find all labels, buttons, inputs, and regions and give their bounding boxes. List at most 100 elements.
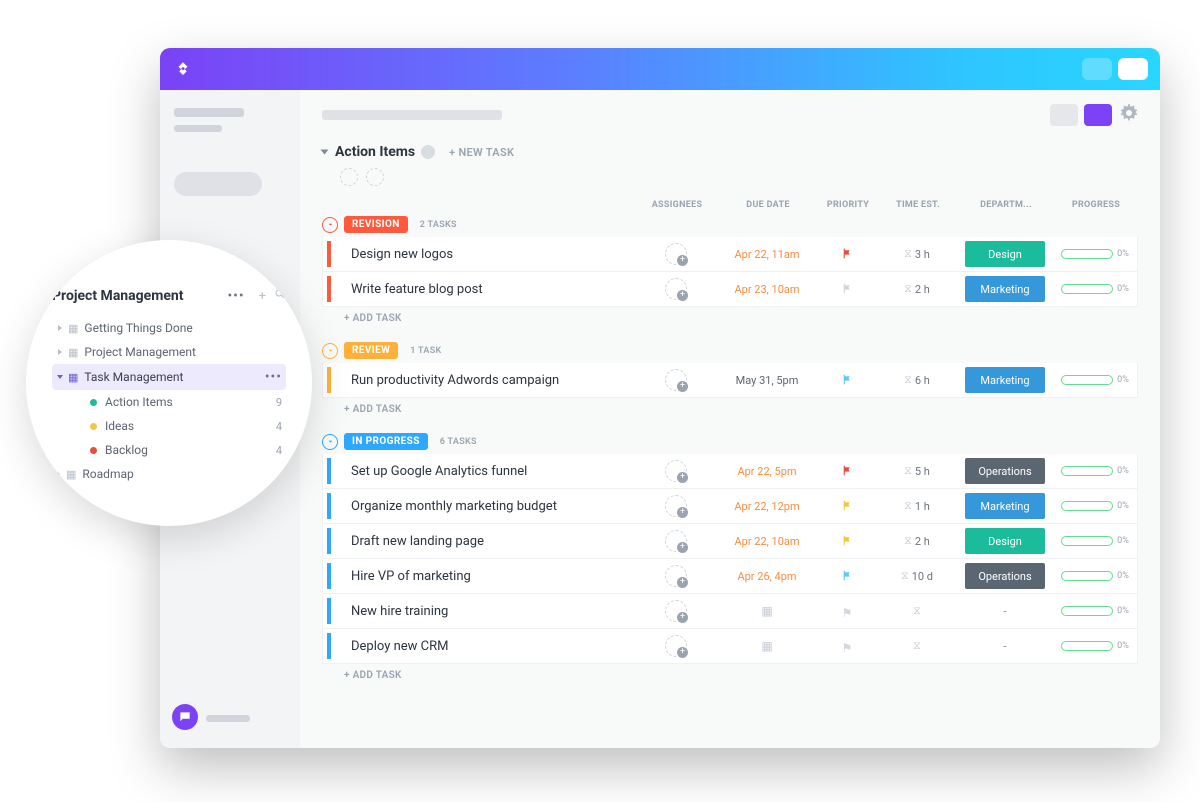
dept-cell[interactable]: Marketing [957,276,1053,302]
time-est-cell[interactable]: ⧖10 d [877,569,957,583]
priority-cell[interactable] [817,532,877,551]
dept-pill[interactable]: Design [965,241,1045,267]
add-task-link[interactable]: + ADD TASK [322,664,1138,691]
time-est-cell[interactable]: ⧖2 h [877,534,957,548]
assignee-empty-icon[interactable] [665,565,687,587]
time-est-cell[interactable]: ⧖2 h [877,282,957,296]
task-name[interactable]: Design new logos [341,247,635,262]
time-est-cell[interactable]: ⧖3 h [877,247,957,261]
time-est-value[interactable]: 2 h [915,535,930,548]
more-icon[interactable]: ••• [265,369,282,385]
rail-search-pill[interactable] [174,172,262,196]
progress-cell[interactable]: 0% [1053,501,1137,511]
assignee-empty-icon[interactable] [665,600,687,622]
view-toggle-b[interactable] [1084,104,1112,126]
progress-cell[interactable]: 0% [1053,466,1137,476]
time-est-value[interactable]: 3 h [915,248,930,261]
due-date-cell[interactable]: May 31, 5pm [717,374,817,387]
priority-flag-icon[interactable] [841,567,854,586]
column-progress[interactable]: PROGRESS [1054,200,1138,210]
time-est-cell[interactable]: ⧖ [877,639,957,653]
sidebar-list-item[interactable]: Action Items 9 [86,390,286,414]
dept-cell[interactable]: - [957,598,1053,624]
assignee-cell[interactable] [635,243,717,265]
hourglass-icon[interactable]: ⧖ [913,604,921,618]
sidebar-folder[interactable]: ▦ Task Management ••• [52,364,286,390]
time-est-value[interactable]: 6 h [915,374,930,387]
assignee-cell[interactable] [635,460,717,482]
collapse-button[interactable] [322,343,338,359]
add-task-link[interactable]: + ADD TASK [322,398,1138,425]
status-label[interactable]: REVISION [344,216,408,233]
due-date-cell[interactable]: Apr 22, 10am [717,535,817,548]
progress-cell[interactable]: 0% [1053,606,1137,616]
priority-cell[interactable] [817,280,877,299]
column-assignees[interactable]: ASSIGNEES [636,200,718,210]
task-row[interactable]: Hire VP of marketing Apr 26, 4pm ⧖10 d O… [322,559,1138,594]
progress-cell[interactable]: 0% [1053,536,1137,546]
time-est-cell[interactable]: ⧖6 h [877,373,957,387]
column-due-date[interactable]: DUE DATE [718,200,818,210]
assignee-empty-icon[interactable] [665,530,687,552]
assignee-cell[interactable] [635,565,717,587]
plus-icon[interactable]: + [259,289,266,304]
info-icon[interactable] [421,145,435,159]
collapse-button[interactable] [322,434,338,450]
dept-cell[interactable]: Design [957,241,1053,267]
dept-cell[interactable]: Operations [957,563,1053,589]
priority-cell[interactable] [817,245,877,264]
priority-cell[interactable] [817,371,877,390]
chat-bubble-icon[interactable] [172,704,198,730]
topbar-button-primary[interactable] [1118,58,1148,80]
assignee-empty-icon[interactable] [665,460,687,482]
priority-cell[interactable] [817,497,877,516]
assignee-empty-icon[interactable] [665,495,687,517]
dept-cell[interactable]: Marketing [957,493,1053,519]
priority-cell[interactable] [817,462,877,481]
dept-pill[interactable]: Operations [965,458,1045,484]
assignee-empty-icon[interactable] [665,243,687,265]
sidebar-folder[interactable]: ▦ Getting Things Done [52,316,286,340]
assignee-empty-icon[interactable] [665,635,687,657]
column-priority[interactable]: PRIORITY [818,200,878,210]
list-header[interactable]: Action Items + NEW TASK [322,140,1138,166]
priority-flag-empty-icon[interactable]: ⚑ [842,606,853,620]
priority-cell[interactable]: ⚑ [817,602,877,621]
gear-icon[interactable] [1120,104,1138,126]
task-name[interactable]: Deploy new CRM [341,639,635,654]
space-title[interactable]: Project Management [52,288,221,304]
assignee-empty-icon[interactable] [665,278,687,300]
sidebar-folder[interactable]: ▦ Project Management [52,340,286,364]
task-row[interactable]: Run productivity Adwords campaign May 31… [322,363,1138,398]
add-task-link[interactable]: + ADD TASK [322,307,1138,334]
priority-cell[interactable]: ⚑ [817,637,877,656]
time-est-cell[interactable]: ⧖5 h [877,464,957,478]
dept-pill[interactable]: Marketing [965,493,1045,519]
assignee-cell[interactable] [635,635,717,657]
dept-pill[interactable]: Design [965,528,1045,554]
dept-cell[interactable]: Operations [957,458,1053,484]
due-date-cell[interactable]: Apr 22, 12pm [717,500,817,513]
dept-none[interactable]: - [965,598,1045,624]
dept-cell[interactable]: - [957,633,1053,659]
due-date-cell[interactable]: ▦ [717,639,817,653]
assignee-cell[interactable] [635,600,717,622]
priority-flag-icon[interactable] [841,280,854,299]
task-row[interactable]: Write feature blog post Apr 23, 10am ⧖2 … [322,272,1138,307]
sidebar-list-item[interactable]: Backlog 4 [86,438,286,462]
more-icon[interactable]: ••• [227,288,244,304]
task-row[interactable]: Deploy new CRM ▦ ⚑ ⧖ - 0% [322,629,1138,664]
task-row[interactable]: Organize monthly marketing budget Apr 22… [322,489,1138,524]
hourglass-icon[interactable]: ⧖ [913,639,921,653]
dept-none[interactable]: - [965,633,1045,659]
add-assignee-icon[interactable] [366,168,384,186]
due-date-cell[interactable]: Apr 26, 4pm [717,570,817,583]
assignee-cell[interactable] [635,369,717,391]
priority-flag-icon[interactable] [841,371,854,390]
due-date-cell[interactable]: Apr 23, 10am [717,283,817,296]
task-row[interactable]: Draft new landing page Apr 22, 10am ⧖2 h… [322,524,1138,559]
view-toggle-a[interactable] [1050,104,1078,126]
priority-flag-icon[interactable] [841,462,854,481]
assignee-cell[interactable] [635,530,717,552]
due-date-cell[interactable]: ▦ [717,604,817,618]
